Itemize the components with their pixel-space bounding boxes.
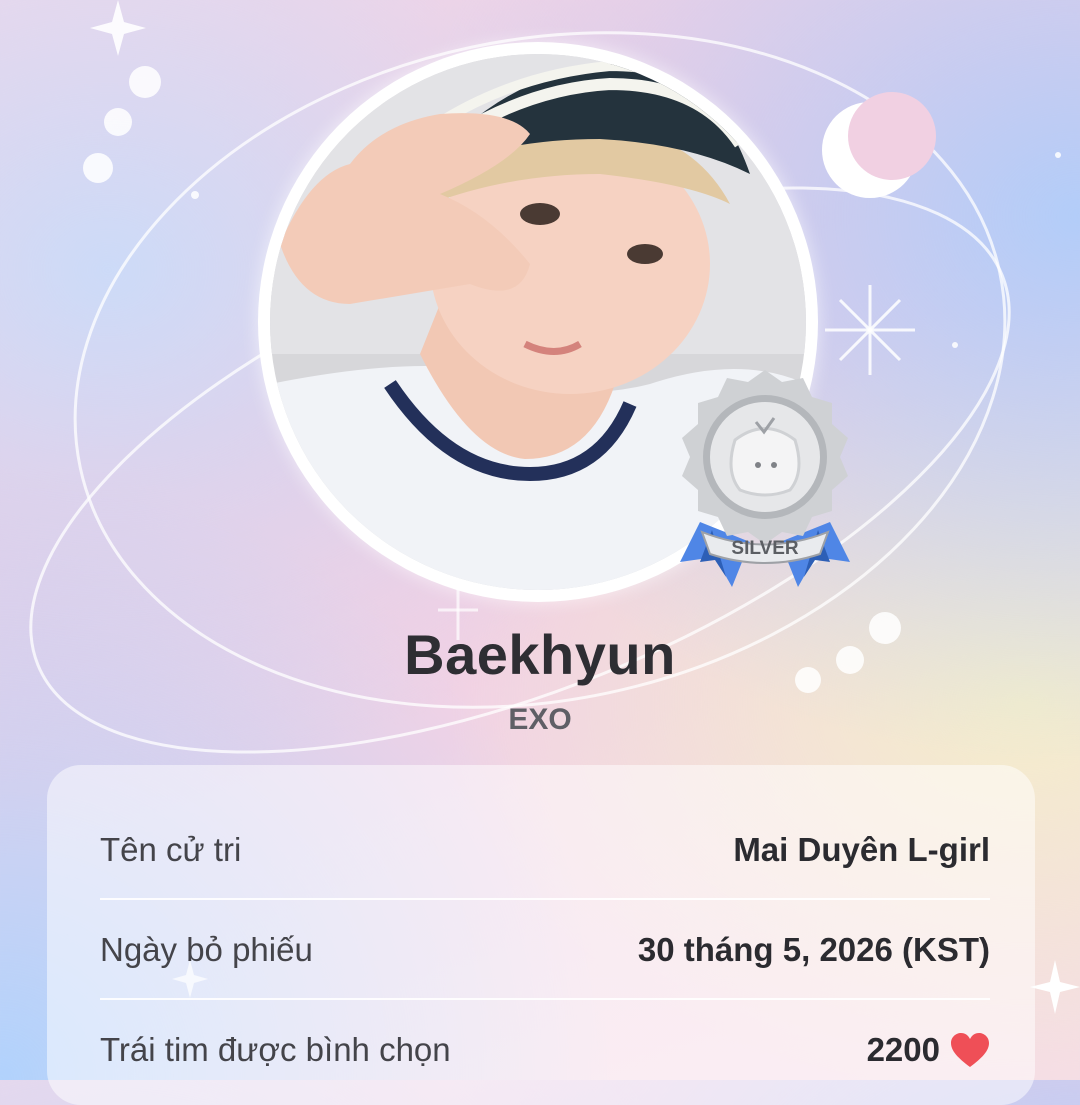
vote-date-value: 30 tháng 5, 2026 (KST) (637, 931, 990, 968)
hearts-count: 2200 (866, 1031, 940, 1068)
badge-label: SILVER (731, 538, 798, 559)
voter-name-row: Tên cử tri Mai Duyên L-girl (100, 800, 990, 900)
heart-icon (951, 1033, 989, 1067)
hearts-voted-label: Trái tim được bình chọn (100, 1031, 451, 1068)
vote-date-row: Ngày bỏ phiếu 30 tháng 5, 2026 (KST) (100, 900, 990, 1000)
hearts-voted-value: 2200 (867, 1031, 990, 1069)
idol-name: Baekhyun (404, 623, 676, 686)
idol-group: EXO (508, 703, 572, 736)
vote-details-card: Tên cử tri Mai Duyên L-girl Ngày bỏ phiế… (47, 765, 1035, 1105)
hearts-voted-row: Trái tim được bình chọn 2200 (100, 1000, 990, 1100)
crescent-moon-icon (822, 92, 936, 198)
silver-medal-icon: SILVER (680, 370, 850, 587)
voter-name-value: Mai Duyên L-girl (733, 831, 990, 868)
voter-name-label: Tên cử tri (100, 831, 242, 868)
vote-date-label: Ngày bỏ phiếu (100, 931, 313, 968)
